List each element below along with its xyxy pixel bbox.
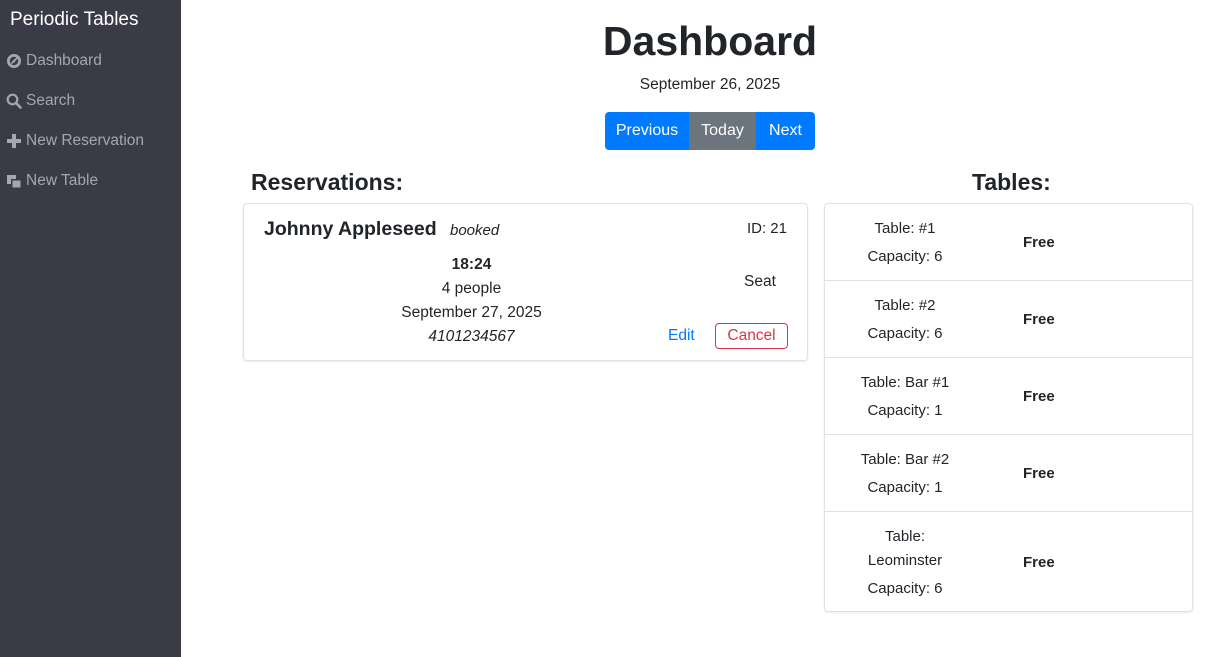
reservation-name: Johnny Appleseed [264,218,437,240]
table-name: Table: [884,528,926,545]
current-date: September 26, 2025 [639,76,781,93]
table-status: Free [1023,234,1055,251]
table-name: Table: Bar #2 [860,451,950,468]
sidebar-item-label: New Table [26,172,99,189]
table-capacity: Capacity: 6 [867,580,943,597]
table-capacity: Capacity: 1 [867,479,943,496]
cancel-button[interactable]: Cancel [715,323,788,349]
plus-icon [6,133,22,149]
date-navigation: Previous Today Next [605,112,815,150]
previous-button[interactable]: Previous [605,112,689,150]
sidebar-item-label: Search [26,92,76,109]
table-row: Table: Bar #2 Capacity: 1 Free [825,435,1192,512]
tables-list: Table: #1 Capacity: 6 Free Table: #2 Cap… [824,203,1193,612]
new-table-icon [6,173,22,189]
search-icon [6,93,22,109]
table-name-line2: Leominster [867,552,943,569]
sidebar-item-new-table[interactable]: New Table [6,170,98,192]
table-name: Table: #2 [874,297,936,314]
table-name: Table: #1 [874,220,936,237]
seat-button[interactable]: Seat [744,273,776,291]
table-status: Free [1023,388,1055,405]
reservation-phone: 4101234567 [428,328,515,345]
table-info: Table: Leominster Capacity: 6 [845,525,965,601]
table-name: Table: Bar #1 [860,374,950,391]
reservation-date: September 27, 2025 [401,304,542,321]
table-row: Table: #2 Capacity: 6 Free [825,281,1192,358]
sidebar-item-label: New Reservation [26,132,145,149]
reservation-people: 4 people [441,280,502,297]
reservations-heading: Reservations: [251,169,404,195]
table-capacity: Capacity: 6 [867,325,943,342]
table-capacity: Capacity: 6 [867,248,943,265]
table-row: Table: Leominster Capacity: 6 Free [825,512,1192,611]
table-info: Table: #1 Capacity: 6 [845,217,965,269]
table-row: Table: Bar #1 Capacity: 1 Free [825,358,1192,435]
reservation-time: 18:24 [451,256,492,273]
table-info: Table: Bar #1 Capacity: 1 [845,371,965,423]
table-status: Free [1023,311,1055,328]
table-row: Table: #1 Capacity: 6 Free [825,204,1192,281]
reservation-id: ID: 21 [746,220,787,237]
table-capacity: Capacity: 1 [867,402,943,419]
tables-heading: Tables: [972,169,1051,195]
table-status: Free [1023,554,1055,571]
edit-button[interactable]: Edit [668,327,695,345]
today-button[interactable]: Today [689,112,756,150]
table-info: Table: Bar #2 Capacity: 1 [845,448,965,500]
sidebar: Periodic Tables Dashboard Search New Res… [0,0,181,657]
reservation-status: booked [450,222,500,239]
sidebar-item-new-reservation[interactable]: New Reservation [6,130,144,152]
reservation-card: Johnny Appleseed booked ID: 21 18:24 4 p… [243,203,808,361]
page-title: Dashboard [602,18,818,64]
next-button[interactable]: Next [756,112,815,150]
table-info: Table: #2 Capacity: 6 [845,294,965,346]
table-status: Free [1023,465,1055,482]
